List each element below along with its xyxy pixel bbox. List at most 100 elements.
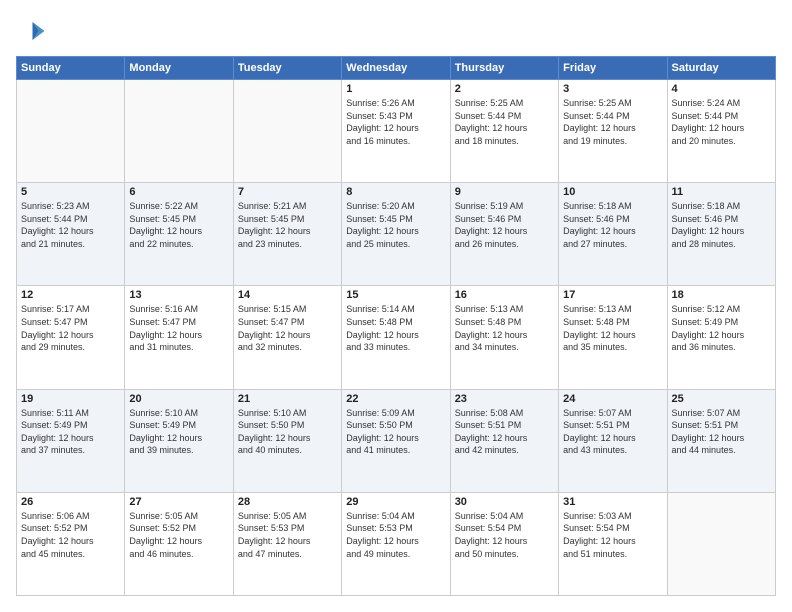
day-info: Sunrise: 5:17 AM Sunset: 5:47 PM Dayligh…	[21, 303, 120, 353]
calendar-cell	[17, 80, 125, 183]
calendar-cell: 16 Sunrise: 5:13 AM Sunset: 5:48 PM Dayli…	[450, 286, 558, 389]
day-info: Sunrise: 5:25 AM Sunset: 5:44 PM Dayligh…	[563, 97, 662, 147]
day-info: Sunrise: 5:13 AM Sunset: 5:48 PM Dayligh…	[455, 303, 554, 353]
day-number: 27	[129, 496, 228, 508]
weekday-header: Saturday	[667, 57, 775, 80]
weekday-header: Monday	[125, 57, 233, 80]
day-number: 23	[455, 393, 554, 405]
weekday-header: Tuesday	[233, 57, 341, 80]
day-info: Sunrise: 5:13 AM Sunset: 5:48 PM Dayligh…	[563, 303, 662, 353]
day-number: 29	[346, 496, 445, 508]
day-number: 6	[129, 186, 228, 198]
day-info: Sunrise: 5:09 AM Sunset: 5:50 PM Dayligh…	[346, 407, 445, 457]
day-info: Sunrise: 5:05 AM Sunset: 5:52 PM Dayligh…	[129, 510, 228, 560]
day-info: Sunrise: 5:04 AM Sunset: 5:54 PM Dayligh…	[455, 510, 554, 560]
day-info: Sunrise: 5:15 AM Sunset: 5:47 PM Dayligh…	[238, 303, 337, 353]
day-number: 26	[21, 496, 120, 508]
day-number: 18	[672, 289, 771, 301]
calendar-cell: 15 Sunrise: 5:14 AM Sunset: 5:48 PM Dayli…	[342, 286, 450, 389]
calendar-week-row: 5Sunrise: 5:23 AM Sunset: 5:44 PM Daylig…	[17, 183, 776, 286]
day-number: 4	[672, 83, 771, 95]
calendar-cell: 21 Sunrise: 5:10 AM Sunset: 5:50 PM Dayli…	[233, 389, 341, 492]
day-info: Sunrise: 5:18 AM Sunset: 5:46 PM Dayligh…	[672, 200, 771, 250]
calendar-cell: 12 Sunrise: 5:17 AM Sunset: 5:47 PM Dayli…	[17, 286, 125, 389]
calendar-cell: 6 Sunrise: 5:22 AM Sunset: 5:45 PM Daylig…	[125, 183, 233, 286]
calendar-cell: 2 Sunrise: 5:25 AM Sunset: 5:44 PM Daylig…	[450, 80, 558, 183]
weekday-header: Wednesday	[342, 57, 450, 80]
calendar-cell: 13 Sunrise: 5:16 AM Sunset: 5:47 PM Dayli…	[125, 286, 233, 389]
page: SundayMondayTuesdayWednesdayThursdayFrid…	[0, 0, 792, 612]
calendar-cell: 27 Sunrise: 5:05 AM Sunset: 5:52 PM Dayli…	[125, 492, 233, 595]
day-info: Sunrise: 5:22 AM Sunset: 5:45 PM Dayligh…	[129, 200, 228, 250]
day-info: Sunrise: 5:14 AM Sunset: 5:48 PM Dayligh…	[346, 303, 445, 353]
calendar-table: SundayMondayTuesdayWednesdayThursdayFrid…	[16, 56, 776, 596]
calendar-cell: 22 Sunrise: 5:09 AM Sunset: 5:50 PM Dayli…	[342, 389, 450, 492]
day-number: 15	[346, 289, 445, 301]
calendar-week-row: 12 Sunrise: 5:17 AM Sunset: 5:47 PM Dayli…	[17, 286, 776, 389]
calendar-cell: 28Sunrise: 5:05 AM Sunset: 5:53 PM Dayli…	[233, 492, 341, 595]
calendar-cell: 31 Sunrise: 5:03 AM Sunset: 5:54 PM Dayli…	[559, 492, 667, 595]
day-info: Sunrise: 5:04 AM Sunset: 5:53 PM Dayligh…	[346, 510, 445, 560]
day-number: 20	[129, 393, 228, 405]
weekday-header: Sunday	[17, 57, 125, 80]
day-number: 12	[21, 289, 120, 301]
calendar-cell: 30 Sunrise: 5:04 AM Sunset: 5:54 PM Dayli…	[450, 492, 558, 595]
calendar-cell: 10Sunrise: 5:18 AM Sunset: 5:46 PM Dayli…	[559, 183, 667, 286]
calendar-cell: 17Sunrise: 5:13 AM Sunset: 5:48 PM Dayli…	[559, 286, 667, 389]
weekday-header: Thursday	[450, 57, 558, 80]
calendar-cell: 5Sunrise: 5:23 AM Sunset: 5:44 PM Daylig…	[17, 183, 125, 286]
calendar-cell: 25 Sunrise: 5:07 AM Sunset: 5:51 PM Dayli…	[667, 389, 775, 492]
calendar-cell: 29 Sunrise: 5:04 AM Sunset: 5:53 PM Dayli…	[342, 492, 450, 595]
logo	[16, 16, 50, 46]
day-number: 30	[455, 496, 554, 508]
day-number: 2	[455, 83, 554, 95]
day-number: 25	[672, 393, 771, 405]
day-info: Sunrise: 5:26 AM Sunset: 5:43 PM Dayligh…	[346, 97, 445, 147]
day-info: Sunrise: 5:21 AM Sunset: 5:45 PM Dayligh…	[238, 200, 337, 250]
day-number: 1	[346, 83, 445, 95]
day-number: 31	[563, 496, 662, 508]
day-info: Sunrise: 5:11 AM Sunset: 5:49 PM Dayligh…	[21, 407, 120, 457]
day-info: Sunrise: 5:03 AM Sunset: 5:54 PM Dayligh…	[563, 510, 662, 560]
day-number: 16	[455, 289, 554, 301]
calendar-cell	[667, 492, 775, 595]
calendar-week-row: 26 Sunrise: 5:06 AM Sunset: 5:52 PM Dayli…	[17, 492, 776, 595]
day-number: 3	[563, 83, 662, 95]
calendar-cell: 9Sunrise: 5:19 AM Sunset: 5:46 PM Daylig…	[450, 183, 558, 286]
day-number: 14	[238, 289, 337, 301]
day-number: 22	[346, 393, 445, 405]
day-number: 28	[238, 496, 337, 508]
calendar-cell: 23 Sunrise: 5:08 AM Sunset: 5:51 PM Dayli…	[450, 389, 558, 492]
day-info: Sunrise: 5:08 AM Sunset: 5:51 PM Dayligh…	[455, 407, 554, 457]
day-info: Sunrise: 5:10 AM Sunset: 5:50 PM Dayligh…	[238, 407, 337, 457]
day-info: Sunrise: 5:16 AM Sunset: 5:47 PM Dayligh…	[129, 303, 228, 353]
calendar-cell: 8 Sunrise: 5:20 AM Sunset: 5:45 PM Daylig…	[342, 183, 450, 286]
day-info: Sunrise: 5:24 AM Sunset: 5:44 PM Dayligh…	[672, 97, 771, 147]
calendar-cell: 3 Sunrise: 5:25 AM Sunset: 5:44 PM Daylig…	[559, 80, 667, 183]
calendar-cell	[233, 80, 341, 183]
day-info: Sunrise: 5:23 AM Sunset: 5:44 PM Dayligh…	[21, 200, 120, 250]
day-number: 7	[238, 186, 337, 198]
day-info: Sunrise: 5:25 AM Sunset: 5:44 PM Dayligh…	[455, 97, 554, 147]
weekday-header: Friday	[559, 57, 667, 80]
calendar-week-row: 1 Sunrise: 5:26 AM Sunset: 5:43 PM Daylig…	[17, 80, 776, 183]
day-number: 10	[563, 186, 662, 198]
day-info: Sunrise: 5:12 AM Sunset: 5:49 PM Dayligh…	[672, 303, 771, 353]
calendar-week-row: 19Sunrise: 5:11 AM Sunset: 5:49 PM Dayli…	[17, 389, 776, 492]
calendar-cell: 4 Sunrise: 5:24 AM Sunset: 5:44 PM Daylig…	[667, 80, 775, 183]
logo-icon	[16, 16, 46, 46]
day-info: Sunrise: 5:07 AM Sunset: 5:51 PM Dayligh…	[672, 407, 771, 457]
day-number: 8	[346, 186, 445, 198]
day-number: 21	[238, 393, 337, 405]
day-info: Sunrise: 5:06 AM Sunset: 5:52 PM Dayligh…	[21, 510, 120, 560]
calendar-cell: 18 Sunrise: 5:12 AM Sunset: 5:49 PM Dayli…	[667, 286, 775, 389]
calendar-cell: 20Sunrise: 5:10 AM Sunset: 5:49 PM Dayli…	[125, 389, 233, 492]
day-number: 24	[563, 393, 662, 405]
calendar-cell: 11Sunrise: 5:18 AM Sunset: 5:46 PM Dayli…	[667, 183, 775, 286]
day-info: Sunrise: 5:07 AM Sunset: 5:51 PM Dayligh…	[563, 407, 662, 457]
day-info: Sunrise: 5:20 AM Sunset: 5:45 PM Dayligh…	[346, 200, 445, 250]
calendar-cell: 1 Sunrise: 5:26 AM Sunset: 5:43 PM Daylig…	[342, 80, 450, 183]
day-number: 13	[129, 289, 228, 301]
calendar-header-row: SundayMondayTuesdayWednesdayThursdayFrid…	[17, 57, 776, 80]
calendar-cell: 19Sunrise: 5:11 AM Sunset: 5:49 PM Dayli…	[17, 389, 125, 492]
